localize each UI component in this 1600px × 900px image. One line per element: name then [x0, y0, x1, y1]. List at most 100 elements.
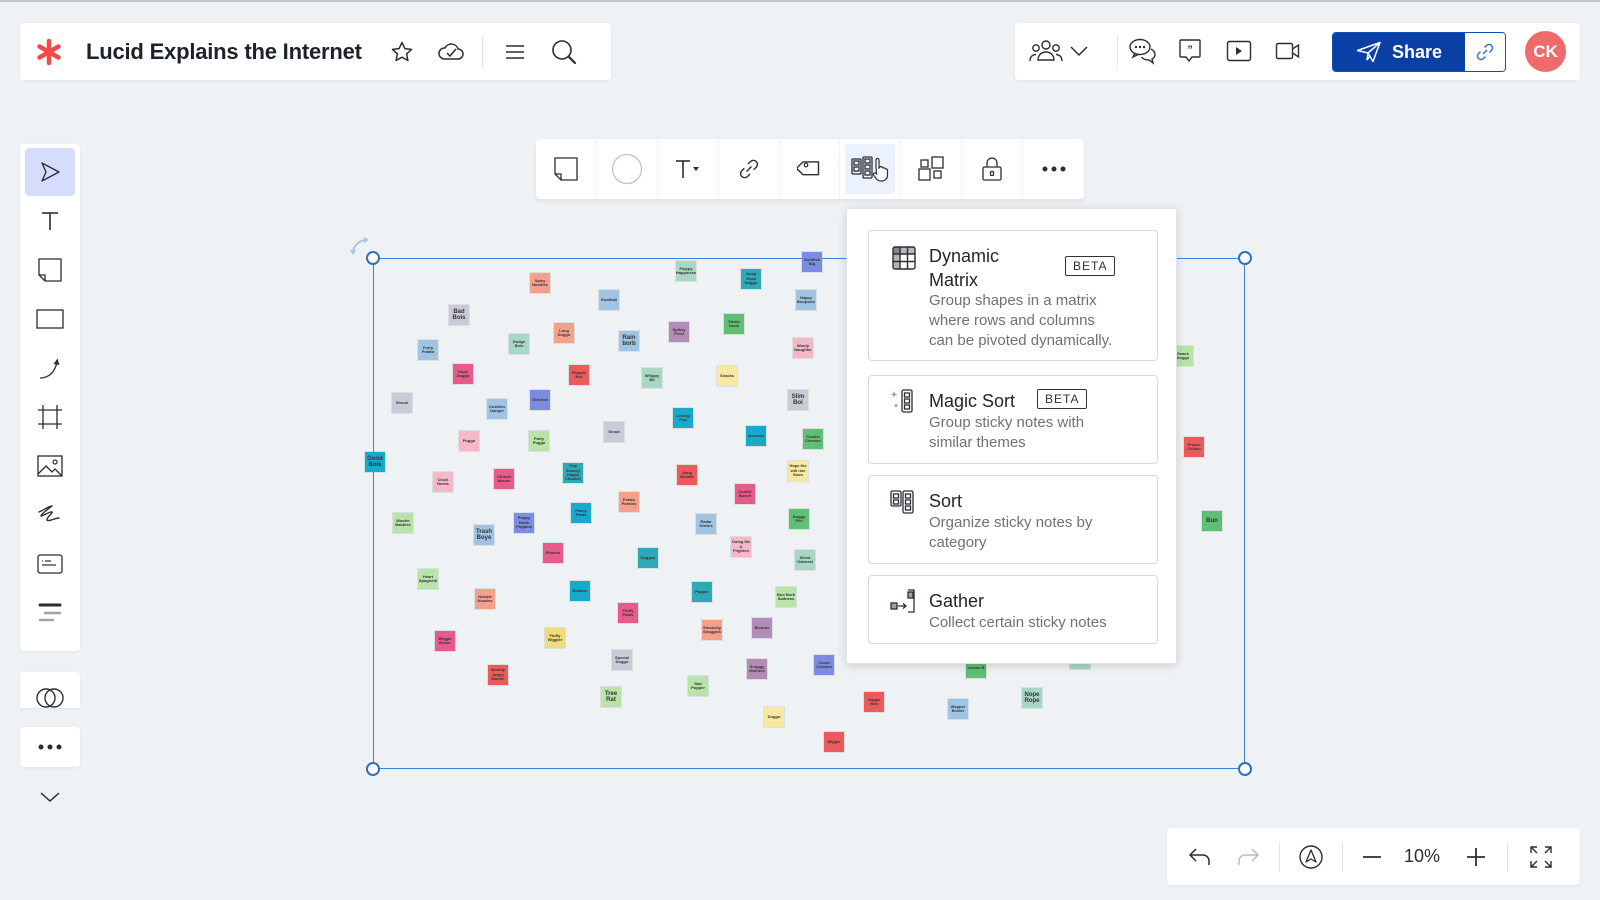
sticky-note[interactable]: Cookie Cheeser: [803, 429, 823, 449]
sticky-note[interactable]: Spicy Noodles: [530, 273, 550, 293]
sticky-note[interactable]: Cluck Norris: [433, 472, 453, 492]
sticky-note[interactable]: Church Mouse: [494, 469, 514, 489]
sticky-note[interactable]: Rain borb: [619, 331, 639, 351]
sticky-note[interactable]: Shake Dook: [724, 314, 744, 334]
sticky-note[interactable]: Cushion Danger: [487, 399, 507, 419]
redo-button[interactable]: [1233, 842, 1263, 872]
ctx-text-button[interactable]: [658, 139, 719, 199]
ctx-more-button[interactable]: [1023, 139, 1084, 199]
sticky-note[interactable]: Happy Boopsies: [796, 290, 816, 310]
resize-handle-bottom-left[interactable]: [366, 762, 380, 776]
menu-item-title: Magic Sort: [929, 391, 1016, 411]
ctx-shape-button[interactable]: [597, 139, 658, 199]
sticky-note[interactable]: Special Doggo: [612, 650, 632, 670]
sticky-note[interactable]: Hope the will rise Soon: [788, 461, 808, 481]
menu-item-desc: Organize sticky notes by: [929, 514, 1093, 531]
sticky-note[interactable]: Wooly Naughter: [793, 338, 813, 358]
sticky-note[interactable]: Bad Bois: [449, 305, 469, 325]
sticky-note[interactable]: Puggo: [459, 431, 479, 451]
sticky-note[interactable]: Cuddle Bunch: [735, 484, 755, 504]
sticky-note[interactable]: Floppie Bro: [569, 365, 589, 385]
sticky-note[interactable]: Snoot: [604, 422, 624, 442]
sticky-note[interactable]: Snug Noodle: [677, 465, 697, 485]
sticky-note[interactable]: Slim Boi: [788, 390, 808, 410]
sticky-note[interactable]: Boo Bork Sadness: [776, 587, 796, 607]
resize-handle-bottom-right[interactable]: [1238, 762, 1252, 776]
sticky-note[interactable]: Zoomies: [746, 426, 766, 446]
sticky-note[interactable]: Blooder: [752, 618, 772, 638]
menu-item-title: Gather: [929, 591, 985, 611]
resize-handle-top-left[interactable]: [366, 251, 380, 265]
sticky-note[interactable]: Pinkers: [543, 543, 563, 563]
sticky-note[interactable]: Sad Pupper: [688, 676, 708, 696]
sticky-note[interactable]: Mouldy Angry Woofer: [488, 665, 508, 685]
sticky-note[interactable]: Long Doggo: [554, 323, 574, 343]
sticky-note[interactable]: Tree Rat: [601, 687, 621, 707]
sticky-note[interactable]: Doggy Pile: [789, 509, 809, 529]
ctx-arrange-button[interactable]: [901, 139, 963, 199]
resize-handle-top-right[interactable]: [1238, 251, 1252, 265]
sticky-note[interactable]: Noodle Nuzzles: [475, 589, 495, 609]
sticky-note[interactable]: Heart Spaghetti: [418, 569, 438, 589]
zoom-level[interactable]: 10%: [1387, 846, 1457, 867]
sticky-note[interactable]: Fluffy Wiggler: [545, 628, 565, 648]
sticky-note[interactable]: Snacks: [717, 366, 737, 386]
sticky-note[interactable]: Spikey Floof: [669, 322, 689, 342]
menu-item-title: Sort: [929, 491, 963, 511]
ctx-lock-button[interactable]: [962, 139, 1024, 199]
sticky-note[interactable]: Wopper Binder: [948, 699, 968, 719]
sticky-note[interactable]: Doggos: [638, 548, 658, 568]
magic-sort-icon: [890, 389, 913, 413]
navigate-button[interactable]: [1296, 842, 1326, 872]
menu-item-gather[interactable]: Gather Collect certain sticky notes: [868, 575, 1158, 644]
sticky-note[interactable]: Puppy Earth Poppins: [514, 513, 534, 533]
sticky-note[interactable]: Fancy Pants: [571, 503, 591, 523]
sticky-note[interactable]: Party Pugga: [529, 431, 549, 451]
sticky-note[interactable]: Blubber: [570, 581, 590, 601]
sticky-note[interactable]: Floppy Happiness: [676, 261, 696, 281]
redo-icon: [1238, 847, 1260, 865]
menu-item-magic-sort[interactable]: Magic Sort BETA Group sticky notes with …: [868, 375, 1158, 464]
sticky-note[interactable]: Doggo: [764, 707, 784, 727]
sticky-note[interactable]: Cloud Chicken: [814, 655, 834, 675]
sticky-note[interactable]: Whippy Bit: [642, 368, 662, 388]
sticky-note[interactable]: Radar Dishes: [696, 514, 716, 534]
sticky-note[interactable]: Pupper: [692, 582, 712, 602]
sticky-note[interactable]: Potato Porkins: [619, 492, 639, 512]
ctx-sticky-note-button[interactable]: [536, 139, 597, 199]
menu-item-sort[interactable]: Sort Organize sticky notes by category: [868, 475, 1158, 564]
menu-item-dynamic-matrix[interactable]: Dynamic Matrix BETA Group shapes in a ma…: [868, 230, 1158, 361]
sticky-note[interactable]: Silent Oatmeal: [795, 550, 815, 570]
sticky-note[interactable]: Wiggle Butter: [435, 631, 455, 651]
sticky-note[interactable]: Bun: [1202, 511, 1222, 531]
sticky-note[interactable]: Loving Pup: [673, 408, 693, 428]
undo-button[interactable]: [1185, 842, 1215, 872]
sticky-note[interactable]: Tiny Snoozy Happy Chonker: [563, 463, 583, 483]
sticky-note[interactable]: Furry Potato: [418, 340, 438, 360]
sticky-note[interactable]: Snuggy Mothers: [747, 659, 767, 679]
lock-icon: [982, 157, 1002, 181]
sticky-note[interactable]: Fluffy Pants: [618, 603, 638, 623]
sticky-note[interactable]: Nope Rope: [1022, 688, 1042, 708]
sticky-note[interactable]: Frozen Chilmo: [1184, 437, 1204, 457]
sticky-note[interactable]: Jump Shop Doggo: [741, 269, 761, 289]
sticky-note[interactable]: Wiggle: [824, 732, 844, 752]
sticky-note[interactable]: Dodge Bois: [509, 334, 529, 354]
sticky-note[interactable]: Smoochy Snuggies: [702, 620, 722, 640]
sticky-note[interactable]: Trash Boye: [474, 525, 494, 545]
ctx-link-button[interactable]: [719, 139, 780, 199]
sticky-note[interactable]: Goofball: [599, 290, 619, 310]
ctx-tag-button[interactable]: [780, 139, 841, 199]
sticky-note[interactable]: Shook: [392, 393, 412, 413]
sticky-note[interactable]: Nope Doggo: [453, 364, 473, 384]
sticky-note[interactable]: Glitched: [530, 390, 550, 410]
zoom-in-button[interactable]: [1461, 842, 1491, 872]
zoom-out-button[interactable]: [1357, 842, 1387, 872]
sticky-note[interactable]: Good Bois: [365, 452, 385, 472]
sticky-note[interactable]: Woofer Babbles: [393, 513, 413, 533]
sticky-note[interactable]: Goldfish Big: [802, 252, 822, 272]
ctx-sort-button[interactable]: [840, 139, 902, 199]
fullscreen-button[interactable]: [1526, 842, 1556, 872]
sticky-note[interactable]: Jogger Bob: [864, 692, 884, 712]
sticky-note[interactable]: Doing Me A Frighten: [731, 537, 751, 557]
